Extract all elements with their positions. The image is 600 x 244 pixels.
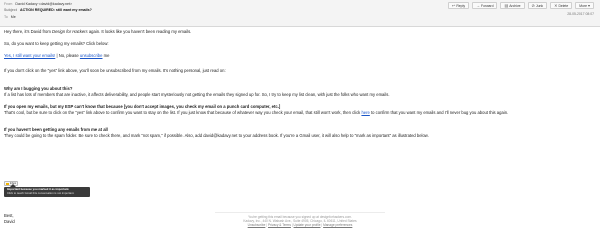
from-value[interactable]: David Kadavy <david@kadavy.net> — [15, 2, 72, 6]
junk-button[interactable]: ⊘ Junk — [527, 2, 548, 9]
chevron-down-icon: ▾ — [587, 3, 590, 8]
spam-text: That's cool, but be sure to click on the… — [4, 110, 509, 115]
warning-text: If you don't click on the "yes" link abo… — [4, 68, 226, 73]
from-line: From David Kadavy <david@kadavy.net> — [4, 2, 72, 6]
subject-key: Subject — [4, 8, 17, 12]
here-link[interactable]: here — [361, 110, 369, 115]
delete-icon: ✕ — [554, 3, 558, 8]
brand-name: Design for Hackers — [52, 29, 88, 34]
to-value[interactable]: Me — [11, 15, 16, 19]
junk-icon: ⊘ — [531, 3, 535, 8]
why-text: If a list has lots of members that are i… — [4, 92, 390, 97]
choice-line: Yes, I still want your emails! | No, ple… — [4, 53, 110, 58]
message-header: From David Kadavy <david@kadavy.net> Subj… — [0, 0, 600, 27]
footer-divider — [215, 212, 385, 213]
footer-preferences-link[interactable]: Manage preferences — [323, 223, 352, 227]
email-footer: You're getting this email because you si… — [0, 215, 600, 228]
archive-button[interactable]: ▤ Archive — [500, 2, 525, 9]
forward-icon: → — [476, 3, 481, 8]
to-line: To Me — [4, 15, 16, 19]
forward-button[interactable]: → Forward — [472, 2, 498, 9]
tooltip-arrow — [10, 184, 16, 187]
important-icon — [5, 182, 9, 185]
subject-value: ACTION REQUIRED: still want my emails? — [19, 8, 92, 12]
reply-button[interactable]: ↩ Reply — [447, 2, 470, 9]
footer-unsubscribe-link[interactable]: Unsubscribe — [248, 223, 266, 227]
footer-profile-link[interactable]: Update your profile — [294, 223, 321, 227]
message-actions: ↩ Reply → Forward ▤ Archive ⊘ Junk ✕ Delete M… — [447, 2, 594, 9]
yes-link[interactable]: Yes, I still want your emails! — [4, 53, 55, 58]
why-heading: Why am I bugging you about this? — [4, 86, 73, 91]
subject-line: Subject ACTION REQUIRED: still want my em… — [4, 8, 92, 12]
question: So, do you want to keep getting my email… — [4, 41, 109, 46]
not-getting-heading: If you haven't been getting any emails f… — [4, 127, 108, 132]
from-key: From — [4, 2, 13, 6]
not-getting-text: They could be going to the spam folder. … — [4, 133, 429, 138]
reply-icon: ↩ — [451, 3, 456, 8]
unsubscribe-link[interactable]: unsubscribe — [80, 53, 103, 58]
footer-privacy-link[interactable]: Privacy & Terms — [268, 223, 291, 227]
more-button[interactable]: More ▾ — [575, 2, 594, 9]
footer-links: Unsubscribe | Privacy & Terms | Update y… — [247, 223, 353, 228]
archive-icon: ▤ — [504, 3, 509, 8]
important-tooltip: Important because you marked it as impor… — [4, 184, 90, 197]
greeting: Hey there, it's David from Design for Ha… — [4, 29, 192, 34]
message-date: 28-05-2017 08:07 — [567, 12, 594, 16]
to-key: To — [4, 15, 8, 19]
spam-heading: If you open my emails, but my ESP can't … — [4, 104, 281, 109]
delete-button[interactable]: ✕ Delete — [550, 2, 573, 9]
